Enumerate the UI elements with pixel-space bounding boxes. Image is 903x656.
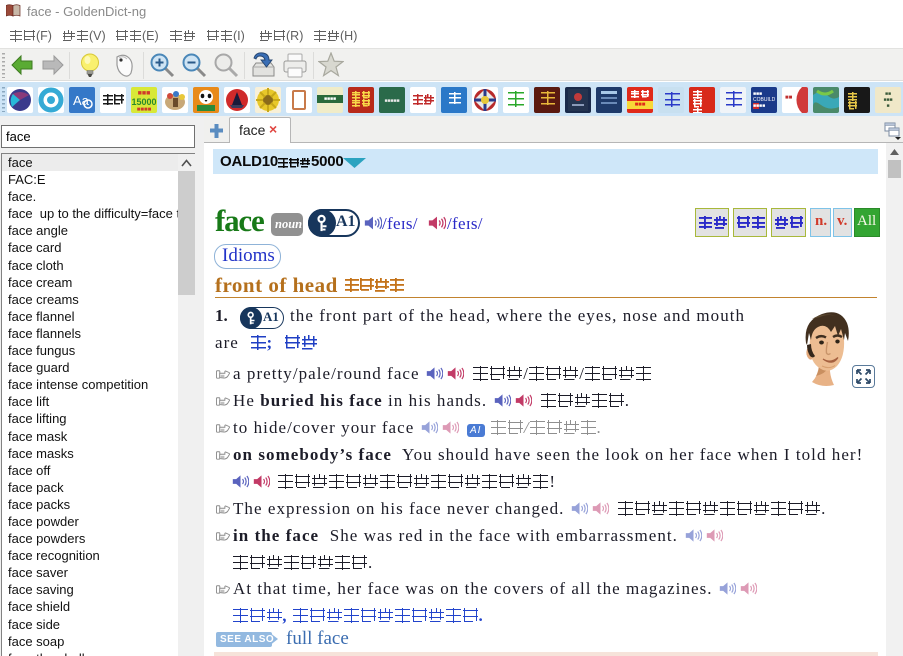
svg-text:■■: ■■ bbox=[785, 95, 793, 101]
